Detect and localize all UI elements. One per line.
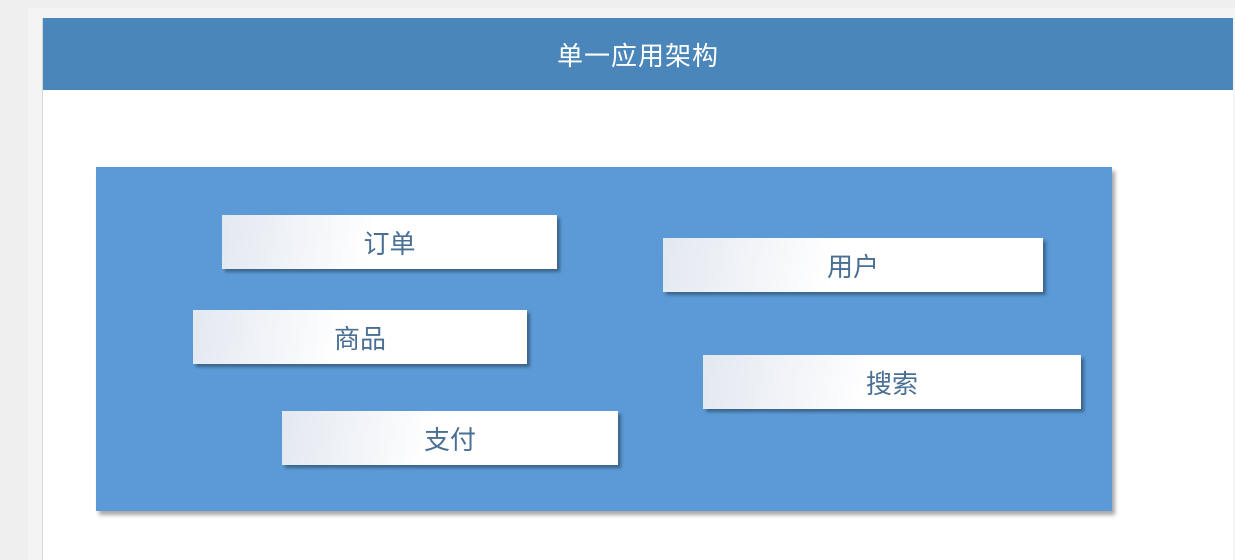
- module-label: 用户: [826, 252, 879, 283]
- module-user: 用户: [663, 238, 1043, 292]
- module-search: 搜索: [703, 355, 1081, 409]
- diagram-title: 单一应用架构: [556, 41, 719, 72]
- card-header: 单一应用架构: [43, 18, 1233, 90]
- module-pay: 支付: [282, 411, 618, 465]
- application-panel: 订单 用户 商品 搜索 支付: [96, 167, 1112, 511]
- module-label: 支付: [423, 425, 476, 456]
- module-label: 商品: [333, 324, 386, 355]
- architecture-card: 单一应用架构 订单 用户 商品 搜索 支付: [42, 18, 1233, 560]
- module-order: 订单: [222, 215, 557, 269]
- module-label: 搜索: [865, 369, 918, 400]
- module-label: 订单: [363, 229, 416, 260]
- module-goods: 商品: [193, 310, 527, 364]
